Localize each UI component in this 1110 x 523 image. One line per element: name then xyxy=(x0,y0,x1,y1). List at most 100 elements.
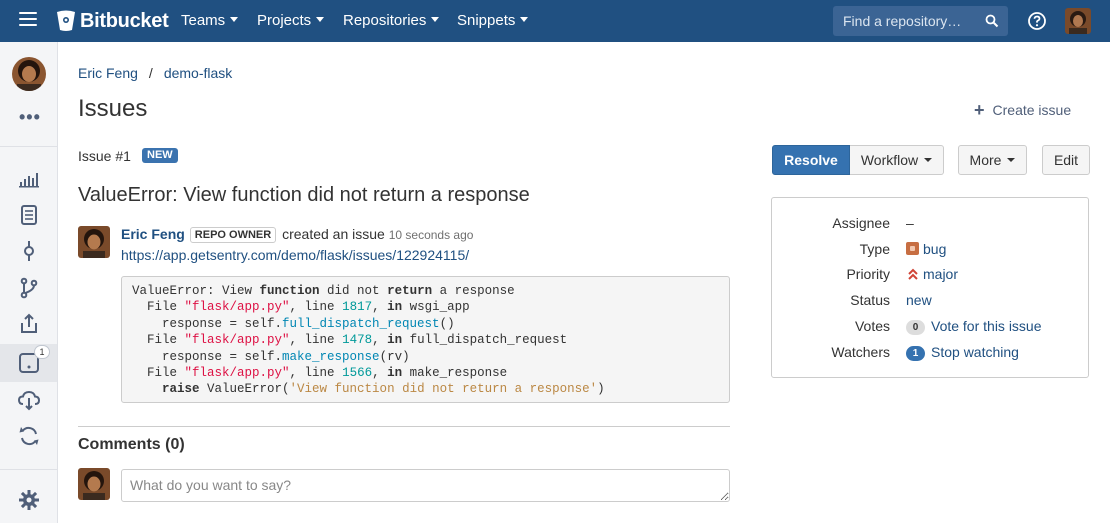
menu-icon[interactable] xyxy=(19,12,37,30)
type-value[interactable]: bug xyxy=(906,241,946,257)
breadcrumb-repo-link[interactable]: demo-flask xyxy=(164,65,232,81)
create-issue-button[interactable]: + Create issue xyxy=(974,100,1071,121)
top-navigation-bar: Bitbucket Teams Projects Repositories Sn… xyxy=(0,0,1110,42)
code-line: File "flask/app.py", line 1478, in full_… xyxy=(132,333,568,348)
watchers-count-badge: 1 xyxy=(906,346,925,361)
issue-attributes-panel: Assignee – Type bug Priority major Statu… xyxy=(771,197,1089,378)
code-line: raise ValueError('View function did not … xyxy=(162,382,605,397)
comments-divider xyxy=(78,426,730,427)
votes-value: 0 Vote for this issue xyxy=(906,318,1042,335)
sidebar-divider xyxy=(0,469,58,470)
bitbucket-bucket-icon xyxy=(57,10,75,31)
brand-name: Bitbucket xyxy=(80,9,169,32)
nav-teams-label: Teams xyxy=(181,12,226,29)
commenter-avatar xyxy=(78,468,110,500)
settings-icon[interactable] xyxy=(17,488,41,512)
priority-value[interactable]: major xyxy=(906,266,958,282)
assignee-value[interactable]: – xyxy=(906,215,914,231)
nav-repositories[interactable]: Repositories xyxy=(343,12,440,29)
avatar-image xyxy=(78,468,110,500)
bitbucket-logo[interactable]: Bitbucket xyxy=(56,9,169,33)
page-title: Issues xyxy=(78,95,148,122)
nav-projects[interactable]: Projects xyxy=(257,12,325,29)
meta-status: Status new xyxy=(772,292,1088,312)
nav-projects-label: Projects xyxy=(257,12,312,29)
pipelines-icon[interactable] xyxy=(17,424,41,448)
bug-icon xyxy=(906,242,919,255)
breadcrumb-separator: / xyxy=(148,65,153,81)
downloads-icon[interactable] xyxy=(17,388,41,412)
sidebar-divider xyxy=(0,146,58,147)
plus-icon: + xyxy=(974,100,985,120)
more-icon[interactable]: ••• xyxy=(19,108,41,126)
votes-label: Votes xyxy=(854,318,890,334)
meta-votes: Votes 0 Vote for this issue xyxy=(772,318,1088,338)
chevron-down-icon xyxy=(230,17,239,22)
timestamp: 10 seconds ago xyxy=(388,228,474,242)
chevron-down-icon xyxy=(316,17,325,22)
meta-priority: Priority major xyxy=(772,266,1088,286)
meta-assignee: Assignee – xyxy=(772,215,1088,235)
traceback-code-block: ValueError: View function did not return… xyxy=(121,276,730,403)
author-action-text: created an issue xyxy=(282,226,385,242)
author-name-link[interactable]: Eric Feng xyxy=(121,226,185,242)
chevron-down-icon xyxy=(431,17,440,22)
nav-repositories-label: Repositories xyxy=(343,12,427,29)
resolve-button[interactable]: Resolve xyxy=(772,145,850,175)
issue-title: ValueError: View function did not return… xyxy=(78,184,530,206)
repo-avatar[interactable] xyxy=(12,57,46,91)
issue-state-badge: NEW xyxy=(142,148,178,163)
code-line: File "flask/app.py", line 1566, in make_… xyxy=(132,366,508,381)
nav-teams[interactable]: Teams xyxy=(181,12,239,29)
major-priority-icon xyxy=(908,268,918,280)
more-label: More xyxy=(969,152,1002,168)
breadcrumb-owner-link[interactable]: Eric Feng xyxy=(78,65,138,81)
repo-owner-badge: REPO OWNER xyxy=(189,227,277,243)
vote-link[interactable]: Vote for this issue xyxy=(931,318,1042,334)
nav-snippets[interactable]: Snippets xyxy=(457,12,529,29)
code-line: response = self.make_response(rv) xyxy=(132,349,410,364)
workflow-label: Workflow xyxy=(860,152,919,168)
user-avatar[interactable] xyxy=(1065,8,1091,34)
pull-requests-icon[interactable] xyxy=(17,312,41,336)
more-dropdown[interactable]: More xyxy=(958,145,1027,175)
help-icon[interactable] xyxy=(1027,11,1047,31)
stop-watching-link[interactable]: Stop watching xyxy=(931,344,1019,360)
priority-label: Priority xyxy=(846,266,890,282)
comment-input[interactable] xyxy=(121,469,730,502)
issues-count-badge: 1 xyxy=(34,345,50,359)
meta-type: Type bug xyxy=(772,241,1088,261)
assignee-label: Assignee xyxy=(832,215,890,231)
commits-icon[interactable] xyxy=(17,239,41,263)
workflow-dropdown[interactable]: Workflow xyxy=(850,145,944,175)
votes-count-badge: 0 xyxy=(906,320,925,335)
code-line: response = self.full_dispatch_request() xyxy=(132,316,455,331)
overview-icon[interactable] xyxy=(17,166,41,190)
search-icon[interactable] xyxy=(985,14,999,28)
chevron-down-icon xyxy=(1007,158,1016,162)
code-line: File "flask/app.py", line 1817, in wsgi_… xyxy=(132,300,470,315)
status-link[interactable]: new xyxy=(906,292,932,308)
create-issue-label: Create issue xyxy=(992,102,1072,118)
type-link[interactable]: bug xyxy=(923,241,946,257)
watchers-value: 1 Stop watching xyxy=(906,344,1019,361)
type-label: Type xyxy=(859,241,890,257)
issue-id: Issue #1 xyxy=(78,148,131,164)
meta-watchers: Watchers 1 Stop watching xyxy=(772,344,1088,364)
avatar-image xyxy=(12,57,46,91)
priority-link[interactable]: major xyxy=(923,266,958,282)
search-input[interactable] xyxy=(833,6,1008,36)
source-icon[interactable] xyxy=(17,203,41,227)
author-avatar[interactable] xyxy=(78,226,110,258)
issue-description-link[interactable]: https://app.getsentry.com/demo/flask/iss… xyxy=(121,247,469,263)
chevron-down-icon xyxy=(924,158,933,162)
branches-icon[interactable] xyxy=(17,276,41,300)
status-label: Status xyxy=(850,292,890,308)
chevron-down-icon xyxy=(520,17,529,22)
avatar-image xyxy=(78,226,110,258)
edit-button[interactable]: Edit xyxy=(1042,145,1090,175)
nav-snippets-label: Snippets xyxy=(457,12,516,29)
breadcrumb: Eric Feng / demo-flask xyxy=(78,65,232,81)
issue-author-line: Eric Feng REPO OWNER created an issue 10 … xyxy=(121,226,473,243)
code-line: ValueError: View function did not return… xyxy=(132,284,515,298)
